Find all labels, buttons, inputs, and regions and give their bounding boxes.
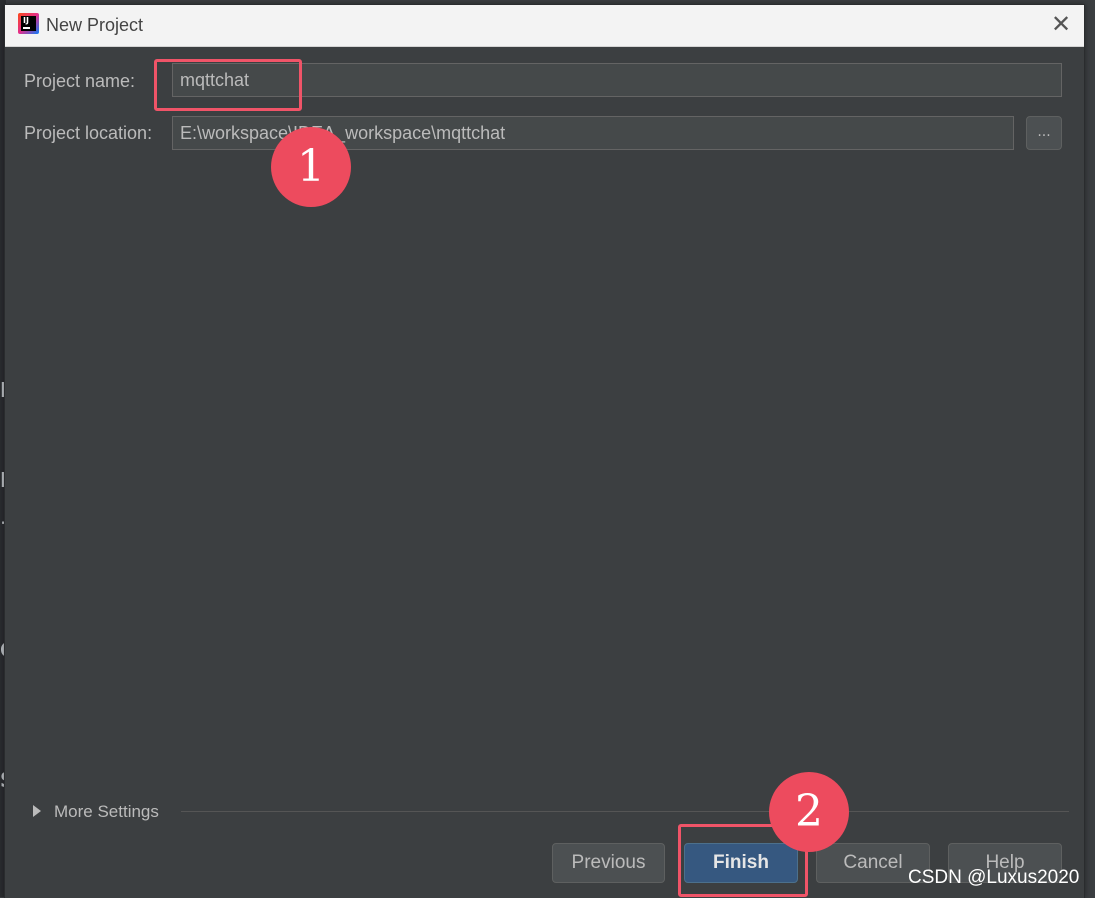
browse-location-button[interactable]: ... [1026,116,1062,150]
settings-separator [181,811,1069,812]
previous-button[interactable]: Previous [552,843,665,883]
csdn-watermark: CSDN @Luxus2020 [908,867,1080,888]
intellij-logo-icon: IJ [18,13,39,34]
close-icon[interactable]: ✕ [1048,11,1074,37]
project-name-label: Project name: [24,71,136,91]
step-1-badge: 1 [271,127,351,207]
more-settings-label: More Settings [54,802,159,821]
step-2-badge: 2 [769,772,849,852]
project-name-input[interactable]: mqttchat [172,63,1062,97]
dialog-titlebar: IJ New Project ✕ [5,5,1084,47]
new-project-dialog: IJ New Project ✕ Project name: mqttchat … [4,4,1085,898]
highlight-project-name [154,59,302,111]
dialog-title: New Project [46,15,144,35]
expand-triangle-icon [33,805,41,817]
project-location-label: Project location: [24,123,153,143]
